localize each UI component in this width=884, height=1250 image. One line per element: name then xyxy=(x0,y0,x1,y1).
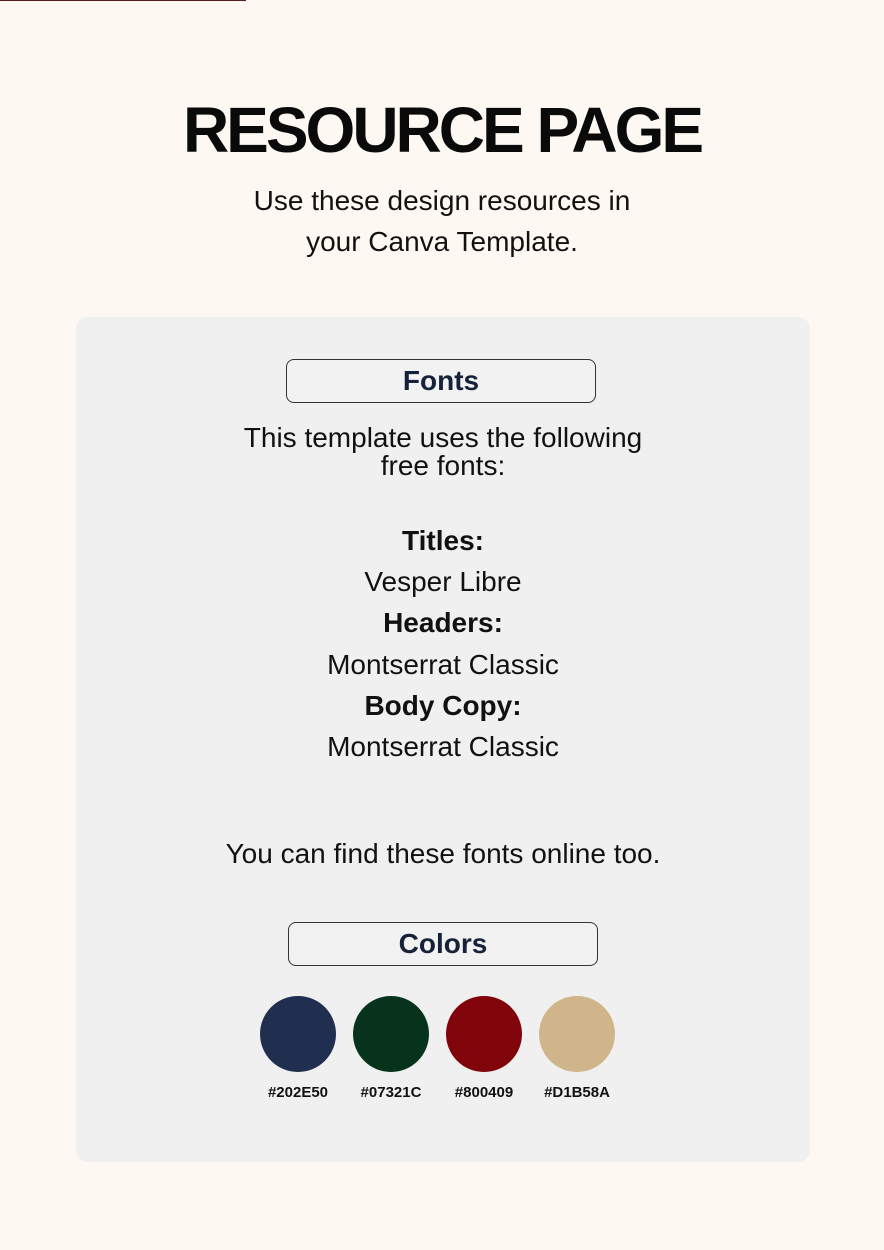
fonts-footer-note: You can find these fonts online too. xyxy=(225,838,661,869)
top-accent-rule xyxy=(0,0,246,1)
page-subtitle: Use these design resources in your Canva… xyxy=(0,180,884,262)
font-label-headers: Headers: xyxy=(383,607,503,639)
font-value-titles: Vesper Libre xyxy=(364,566,522,598)
color-circle xyxy=(446,996,522,1072)
fonts-intro-line-2: free fonts: xyxy=(380,450,506,481)
fonts-intro: This template uses the following free fo… xyxy=(76,424,810,480)
color-swatch: #D1B58A xyxy=(539,996,615,1101)
color-hex-label: #07321C xyxy=(360,1084,422,1101)
color-hex-label: #D1B58A xyxy=(544,1084,610,1101)
font-value-headers: Montserrat Classic xyxy=(327,648,559,680)
subtitle-line-2: your Canva Template. xyxy=(306,226,578,257)
colors-section-heading: Colors xyxy=(288,922,598,966)
font-label-body-copy: Body Copy: xyxy=(364,689,522,721)
color-circle xyxy=(353,996,429,1072)
color-circle xyxy=(260,996,336,1072)
subtitle-line-1: Use these design resources in xyxy=(253,185,631,216)
color-hex-label: #800409 xyxy=(454,1084,514,1101)
fonts-intro-line-1: This template uses the following xyxy=(243,422,643,453)
font-label-titles: Titles: xyxy=(402,525,484,556)
color-swatch: #202E50 xyxy=(260,996,336,1101)
color-swatches: #202E50 #07321C #800409 #D1B58A xyxy=(260,996,615,1101)
page-title: RESOURCE PAGE xyxy=(182,94,704,166)
resource-panel: Fonts This template uses the following f… xyxy=(76,317,810,1162)
color-hex-label: #202E50 xyxy=(267,1084,329,1101)
color-swatch: #07321C xyxy=(353,996,429,1101)
font-value-body-copy: Montserrat Classic xyxy=(327,731,559,763)
color-swatch: #800409 xyxy=(446,996,522,1101)
fonts-section-heading: Fonts xyxy=(286,359,596,403)
fonts-list: Titles: Vesper Libre Headers: Montserrat… xyxy=(76,520,810,767)
color-circle xyxy=(539,996,615,1072)
